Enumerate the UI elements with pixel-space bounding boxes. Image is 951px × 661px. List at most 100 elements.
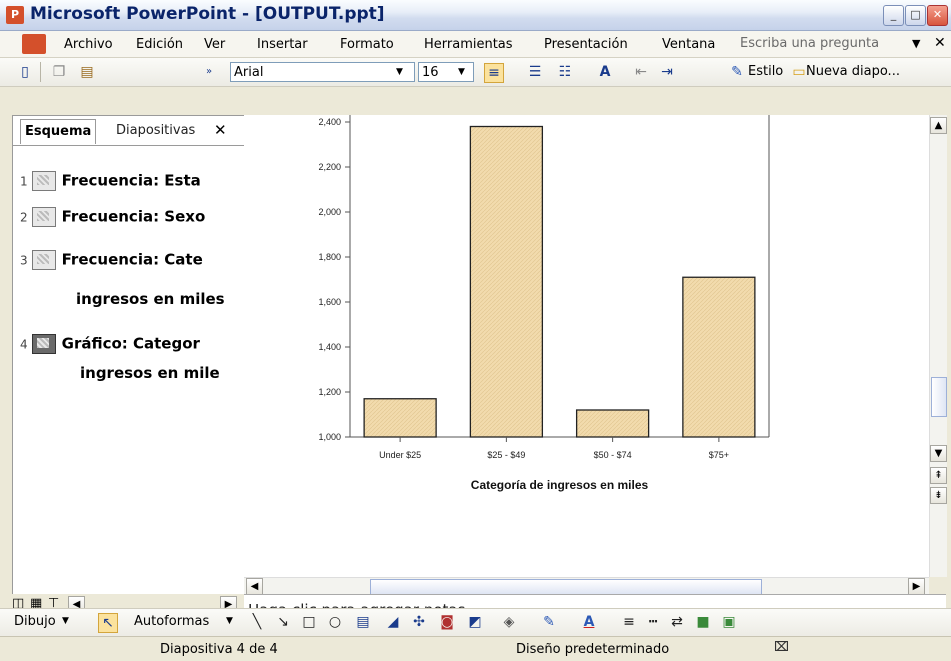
menu-insertar[interactable]: Insertar [257,37,308,52]
menu-edicion[interactable]: Edición [136,37,183,52]
font-size-field[interactable]: 16 [418,62,474,82]
y-tick-label: 2,400 [318,117,341,127]
y-tick-label: 1,000 [318,432,341,442]
slide-number: 4 [20,337,28,352]
font-color-icon[interactable]: A [580,613,598,631]
arrow-style-icon[interactable]: ⇄ [668,613,686,631]
menu-ver[interactable]: Ver [204,37,225,52]
x-axis-title: Categoría de ingresos en miles [471,478,649,492]
outline-slide-3[interactable]: 3 Frecuencia: Cate [20,250,203,270]
slide-number: 3 [20,253,28,268]
arrow-icon[interactable]: ↘ [274,613,292,631]
menu-presentacion[interactable]: Presentación [544,37,628,52]
menu-herramientas[interactable]: Herramientas [424,37,513,52]
autoshapes-dropdown-icon[interactable]: ▼ [226,616,233,626]
copy-icon[interactable]: ❐ [50,63,68,81]
font-size-dropdown-icon[interactable]: ▼ [458,67,465,77]
font-name-value: Arial [234,65,264,80]
y-tick-label: 1,200 [318,387,341,397]
outline-slide-2[interactable]: 2 Frecuencia: Sexo [20,207,205,227]
new-document-icon[interactable]: ▯ [16,63,34,81]
next-slide-icon[interactable]: ⇟ [930,487,947,504]
close-button[interactable]: ✕ [927,5,948,26]
increase-font-icon[interactable]: A [596,63,614,81]
rectangle-icon[interactable]: □ [300,613,318,631]
design-button[interactable]: Estilo [748,64,783,79]
help-dropdown-icon[interactable]: ▼ [912,37,920,50]
spelling-status-icon[interactable]: ⌧ [774,640,789,655]
y-tick-label: 1,800 [318,252,341,262]
vertical-scroll-thumb[interactable] [931,377,947,417]
numbered-list-icon[interactable]: ☰ [526,63,544,81]
close-document-icon[interactable]: ✕ [934,35,946,51]
paste-icon[interactable]: ▤ [78,63,96,81]
slide-counter: Diapositiva 4 de 4 [160,642,278,657]
text-box-icon[interactable]: ▤ [354,613,372,631]
outline-slide-4[interactable]: 4 Gráfico: Categor [20,334,200,354]
3d-style-icon[interactable]: ▣ [720,613,738,631]
outline-slide-1[interactable]: 1 Frecuencia: Esta [20,171,201,191]
x-tick-label: $75+ [709,450,729,460]
clip-art-icon[interactable]: ◙ [438,613,456,631]
menu-formato[interactable]: Formato [340,37,394,52]
decrease-indent-icon[interactable]: ⇤ [632,63,650,81]
menu-bar: Archivo Edición Ver Insertar Formato Her… [0,31,951,58]
dash-style-icon[interactable]: ┅ [644,613,662,631]
slide-title: Frecuencia: Sexo [61,207,206,226]
y-tick-label: 2,200 [318,162,341,172]
slide-editing-area[interactable]: 1,000 1,200 1,400 1,600 1,800 2,000 2,200 2,400… [244,115,929,577]
scroll-left-icon[interactable]: ◀ [246,578,263,595]
slide-icon-selected [31,334,56,354]
wordart-icon[interactable]: ◢ [384,613,402,631]
design-template-name: Diseño predeterminado [516,642,670,657]
font-name-dropdown-icon[interactable]: ▼ [396,67,403,77]
increase-indent-icon[interactable]: ⇥ [658,63,676,81]
tab-diapositivas[interactable]: Diapositivas [112,119,199,143]
help-question-input[interactable]: Escriba una pregunta [740,35,908,53]
font-name-field[interactable]: Arial [230,62,415,82]
menu-archivo[interactable]: Archivo [64,37,113,52]
shadow-style-icon[interactable]: ■ [694,613,712,631]
outline-slide-3-line2[interactable]: ingresos en miles [76,290,225,308]
close-pane-icon[interactable]: ✕ [214,121,227,139]
diagram-icon[interactable]: ✣ [410,613,428,631]
scroll-up-icon[interactable]: ▲ [930,117,947,134]
draw-menu-button[interactable]: Dibujo [14,614,56,629]
scroll-down-icon[interactable]: ▼ [930,445,947,462]
powerpoint-app-icon[interactable]: P [6,6,24,24]
bar [469,125,544,438]
toolbar-options-icon[interactable]: » [200,63,218,81]
autoshapes-menu-button[interactable]: Autoformas [134,614,209,629]
outline-pane-tabs: Esquema Diapositivas ✕ [12,119,244,146]
scroll-right-icon[interactable]: ▶ [908,578,925,595]
tab-esquema[interactable]: Esquema [20,119,97,144]
new-slide-button[interactable]: Nueva diapo... [806,64,900,79]
design-icon[interactable]: ✎ [728,63,746,81]
select-objects-icon[interactable]: ↖ [98,613,118,633]
slide-number: 1 [20,174,28,189]
horizontal-scroll-thumb[interactable] [370,579,762,595]
draw-dropdown-icon[interactable]: ▼ [62,616,69,626]
slide-number: 2 [20,210,28,225]
outline-slide-4-line2[interactable]: ingresos en mile [80,364,220,382]
horizontal-scrollbar[interactable]: ◀ ▶ [244,577,929,595]
fill-color-icon[interactable]: ◈ [500,613,518,631]
insert-picture-icon[interactable]: ◩ [466,613,484,631]
oval-icon[interactable]: ○ [326,613,344,631]
bulleted-list-icon[interactable]: ☷ [556,63,574,81]
slide-icon [31,171,56,191]
line-icon[interactable]: ╲ [248,613,266,631]
minimize-button[interactable]: _ [883,5,904,26]
previous-slide-icon[interactable]: ⇞ [930,467,947,484]
align-left-icon[interactable]: ≡ [484,63,504,83]
title-bar: P Microsoft PowerPoint - [OUTPUT.ppt] _ … [0,0,951,31]
line-style-icon[interactable]: ≡ [620,613,638,631]
bar [682,276,756,438]
vertical-scrollbar[interactable]: ▲ ▼ ⇞ ⇟ [929,115,947,577]
formatting-toolbar: ▯ ❐ ▤ » Arial ▼ 16 ▼ ≡ ☰ ☷ A ⇤ ⇥ ✎ Estil… [0,58,951,87]
menu-ventana[interactable]: Ventana [662,37,715,52]
line-color-icon[interactable]: ✎ [540,613,558,631]
maximize-button[interactable]: □ [905,5,926,26]
y-tick-label: 1,600 [318,297,341,307]
document-icon[interactable] [22,34,46,54]
